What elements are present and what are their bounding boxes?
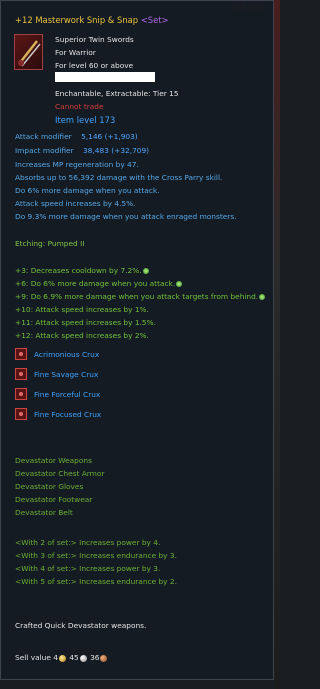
copper-amount: 36 bbox=[90, 653, 100, 662]
enchant-bonus: +9: Do 6.9% more damage when you attack … bbox=[15, 292, 266, 301]
crux-icon bbox=[15, 368, 27, 380]
item-name: +12 Masterwork Snip & Snap bbox=[15, 15, 139, 25]
set-item: Devastator Belt bbox=[15, 508, 73, 517]
set-tag: <Set> bbox=[140, 15, 169, 25]
set-item: Devastator Footwear bbox=[15, 495, 93, 504]
redacted-block bbox=[55, 72, 155, 82]
bonus-line: Do 9.3% more damage when you attack enra… bbox=[15, 212, 237, 221]
item-level-req: For level 60 or above bbox=[55, 61, 134, 70]
crafted-note: Crafted Quick Devastator weapons. bbox=[15, 621, 147, 630]
silver-coin-icon bbox=[79, 654, 87, 662]
crux-icon bbox=[15, 348, 27, 360]
set-item: Devastator Chest Armor bbox=[15, 469, 105, 478]
attack-modifier-value: 5,146 (+1,903) bbox=[81, 132, 138, 141]
set-item: Devastator Weapons bbox=[15, 456, 92, 465]
gold-coin-icon bbox=[58, 654, 66, 662]
sell-label: Sell value bbox=[15, 653, 51, 662]
bonus-line: Increases MP regeneration by 47. bbox=[15, 160, 139, 169]
bonus-line: Attack speed increases by 4.5%. bbox=[15, 199, 136, 208]
enchant-bonus: +11: Attack speed increases by 1.5%. bbox=[15, 318, 156, 327]
gem-icon bbox=[259, 294, 266, 300]
impact-modifier-label: Impact modifier bbox=[15, 146, 74, 155]
item-enchant: Enchantable, Extractable: Tier 15 bbox=[55, 89, 179, 98]
set-item: Devastator Gloves bbox=[15, 482, 84, 491]
set-bonus: <With 4 of set:> Increases power by 3. bbox=[15, 564, 161, 573]
gold-amount: 4 bbox=[53, 653, 58, 662]
attack-modifier-row: Attack modifier 5,146 (+1,903) bbox=[15, 132, 138, 141]
item-class: For Warrior bbox=[55, 48, 96, 57]
etching-line: Etching: Pumped II bbox=[15, 239, 85, 248]
item-type: Superior Twin Swords bbox=[55, 35, 134, 44]
sell-value: Sell value 4 45 36 bbox=[15, 653, 108, 662]
set-bonus: <With 5 of set:> Increases endurance by … bbox=[15, 577, 177, 586]
enchant-bonus: +6: Do 6% more damage when you attack. bbox=[15, 279, 183, 288]
set-bonus: <With 3 of set:> Increases endurance by … bbox=[15, 551, 177, 560]
crux-item: Fine Focused Crux bbox=[34, 410, 102, 419]
background-strip bbox=[274, 0, 280, 689]
item-title: +12 Masterwork Snip & Snap <Set> bbox=[15, 15, 169, 25]
impact-modifier-row: Impact modifier 38,483 (+32,709) bbox=[15, 146, 149, 155]
item-tooltip: +12 Masterwork Snip & Snap <Set> Superio… bbox=[0, 0, 274, 680]
impact-modifier-value: 38,483 (+32,709) bbox=[83, 146, 150, 155]
silver-amount: 45 bbox=[69, 653, 79, 662]
attack-modifier-label: Attack modifier bbox=[15, 132, 72, 141]
gem-icon bbox=[142, 268, 149, 274]
copper-coin-icon bbox=[100, 654, 108, 662]
crux-icon bbox=[15, 388, 27, 400]
crux-item: Fine Savage Crux bbox=[34, 370, 99, 379]
trade-status: Cannot trade bbox=[55, 102, 104, 111]
enchant-bonus: +12: Attack speed increases by 2%. bbox=[15, 331, 149, 340]
enchant-bonus: +10: Attack speed increases by 1%. bbox=[15, 305, 149, 314]
bonus-line: Absorbs up to 56,392 damage with the Cro… bbox=[15, 173, 223, 182]
crux-item: Acrimonious Crux bbox=[34, 350, 100, 359]
gem-icon bbox=[176, 281, 183, 287]
twin-swords-icon bbox=[14, 34, 43, 70]
bonus-line: Do 6% more damage when you attack. bbox=[15, 186, 160, 195]
crux-icon bbox=[15, 408, 27, 420]
set-bonus: <With 2 of set:> Increases power by 4. bbox=[15, 538, 161, 547]
enchant-bonus: +3: Decreases cooldown by 7.2%. bbox=[15, 266, 149, 275]
item-level: Item level 173 bbox=[55, 115, 116, 125]
crux-item: Fine Forceful Crux bbox=[34, 390, 101, 399]
